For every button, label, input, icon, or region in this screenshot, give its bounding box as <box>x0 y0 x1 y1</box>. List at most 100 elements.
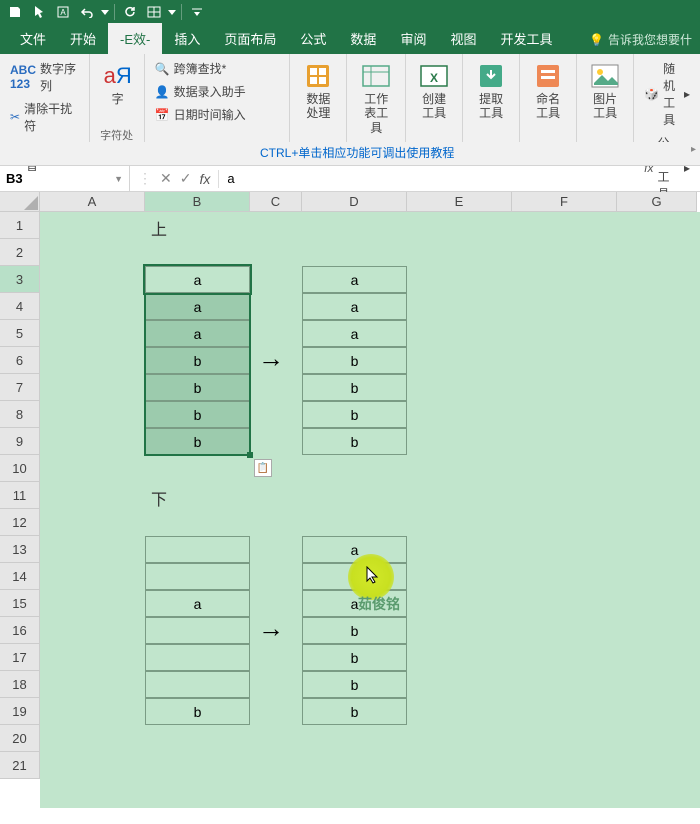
cell[interactable]: a <box>145 590 250 617</box>
row-header-17[interactable]: 17 <box>0 644 40 671</box>
col-header-D[interactable]: D <box>302 192 407 212</box>
cell[interactable] <box>145 563 250 590</box>
enter-icon[interactable]: ✓ <box>180 170 192 187</box>
grid-icon[interactable] <box>143 1 165 23</box>
cell[interactable]: a <box>302 293 407 320</box>
tab-review[interactable]: 审阅 <box>388 23 438 54</box>
row-header-20[interactable]: 20 <box>0 725 40 752</box>
col-header-C[interactable]: C <box>250 192 302 212</box>
cell[interactable]: a <box>145 293 250 320</box>
cell[interactable]: b <box>302 617 407 644</box>
row-header-12[interactable]: 12 <box>0 509 40 536</box>
row-header-18[interactable]: 18 <box>0 671 40 698</box>
row-header-4[interactable]: 4 <box>0 293 40 320</box>
tab-file[interactable]: 文件 <box>8 23 58 54</box>
cell[interactable]: b <box>302 644 407 671</box>
refresh-icon[interactable] <box>119 1 141 23</box>
extract-tools-button[interactable]: 提取工具 <box>469 58 513 145</box>
row-header-9[interactable]: 9 <box>0 428 40 455</box>
cell[interactable]: a <box>145 266 250 293</box>
col-header-A[interactable]: A <box>40 192 145 212</box>
cell[interactable]: b <box>145 374 250 401</box>
data-entry-button[interactable]: 👤数据录入助手 <box>151 81 250 102</box>
name-box[interactable]: ▼ <box>0 166 130 191</box>
cell[interactable]: b <box>302 347 407 374</box>
tab-home[interactable]: 开始 <box>58 23 108 54</box>
fx-icon[interactable]: fx <box>199 171 210 187</box>
tell-me[interactable]: 💡告诉我您想要什 <box>581 25 700 54</box>
row-header-1[interactable]: 1 <box>0 212 40 239</box>
create-tools-button[interactable]: X 创建工具 <box>412 58 456 145</box>
tab-exiao[interactable]: -E效- <box>108 23 162 54</box>
row-header-19[interactable]: 19 <box>0 698 40 725</box>
data-process-button[interactable]: 数据处理 <box>296 58 340 145</box>
col-header-B[interactable]: B <box>145 192 250 212</box>
fill-handle[interactable] <box>247 452 253 458</box>
cursor-icon[interactable] <box>28 1 50 23</box>
undo-icon[interactable] <box>76 1 98 23</box>
formula-input[interactable]: a <box>219 171 700 186</box>
number-sequence-button[interactable]: ABC123数字序列 <box>6 58 83 96</box>
cell[interactable] <box>145 617 250 644</box>
text-icon[interactable]: A <box>52 1 74 23</box>
row-header-3[interactable]: 3 <box>0 266 40 293</box>
cell[interactable]: a <box>302 536 407 563</box>
save-icon[interactable] <box>4 1 26 23</box>
sheet-tools-button[interactable]: 工作表工具 <box>353 58 399 145</box>
tab-insert[interactable]: 插入 <box>162 23 212 54</box>
row-header-8[interactable]: 8 <box>0 401 40 428</box>
name-box-dropdown-icon[interactable]: ▼ <box>114 174 123 184</box>
char-process-button[interactable]: aЯ 字 <box>96 58 140 125</box>
cell[interactable]: b <box>302 428 407 455</box>
grid-dropdown-icon[interactable] <box>167 1 177 23</box>
tab-formulas[interactable]: 公式 <box>288 23 338 54</box>
formula-expand-icon[interactable]: ⋮ <box>138 170 152 187</box>
image-tools-button[interactable]: 图片工具 <box>583 58 627 145</box>
tab-page-layout[interactable]: 页面布局 <box>212 23 288 54</box>
row-header-14[interactable]: 14 <box>0 563 40 590</box>
col-header-E[interactable]: E <box>407 192 512 212</box>
cell[interactable]: a <box>302 320 407 347</box>
cell[interactable] <box>145 644 250 671</box>
cell[interactable]: a <box>302 266 407 293</box>
tab-view[interactable]: 视图 <box>438 23 488 54</box>
name-tools-button[interactable]: 命名工具 <box>526 58 570 145</box>
row-header-11[interactable]: 11 <box>0 482 40 509</box>
cell[interactable]: b <box>302 698 407 725</box>
row-header-2[interactable]: 2 <box>0 239 40 266</box>
cancel-icon[interactable]: ✕ <box>160 170 172 187</box>
cell[interactable]: b <box>145 428 250 455</box>
col-header-G[interactable]: G <box>617 192 697 212</box>
row-header-16[interactable]: 16 <box>0 617 40 644</box>
cells-area[interactable]: 上下aaabbbb📋aaabbbbabaaabbbb→→茹俊铭 <box>40 212 700 808</box>
row-header-15[interactable]: 15 <box>0 590 40 617</box>
select-all-corner[interactable] <box>0 192 40 212</box>
cell[interactable]: b <box>302 671 407 698</box>
col-header-F[interactable]: F <box>512 192 617 212</box>
datetime-input-button[interactable]: 📅日期时间输入 <box>151 104 250 125</box>
name-box-input[interactable] <box>6 171 114 186</box>
cell[interactable]: b <box>302 374 407 401</box>
row-header-13[interactable]: 13 <box>0 536 40 563</box>
row-header-6[interactable]: 6 <box>0 347 40 374</box>
row-header-7[interactable]: 7 <box>0 374 40 401</box>
cell[interactable] <box>145 536 250 563</box>
ribbon-footer-help[interactable]: CTRL+单击相应功能可调出使用教程 <box>260 146 454 160</box>
clear-interference-button[interactable]: ✂清除干扰符 <box>6 98 83 136</box>
row-header-21[interactable]: 21 <box>0 752 40 779</box>
row-header-10[interactable]: 10 <box>0 455 40 482</box>
row-header-5[interactable]: 5 <box>0 320 40 347</box>
undo-dropdown-icon[interactable] <box>100 1 110 23</box>
customize-dropdown-icon[interactable] <box>186 1 208 23</box>
cross-lookup-button[interactable]: 🔍跨簿查找* <box>151 58 250 79</box>
cell[interactable]: b <box>302 401 407 428</box>
cell[interactable] <box>145 671 250 698</box>
random-tools-button[interactable]: 🎲随机工具▸ <box>640 58 694 130</box>
cell[interactable]: b <box>145 347 250 374</box>
paste-options-icon[interactable]: 📋 <box>254 459 272 477</box>
cell[interactable]: a <box>145 320 250 347</box>
cell[interactable]: b <box>145 401 250 428</box>
tab-developer[interactable]: 开发工具 <box>488 23 564 54</box>
cell[interactable]: b <box>145 698 250 725</box>
tab-data[interactable]: 数据 <box>338 23 388 54</box>
